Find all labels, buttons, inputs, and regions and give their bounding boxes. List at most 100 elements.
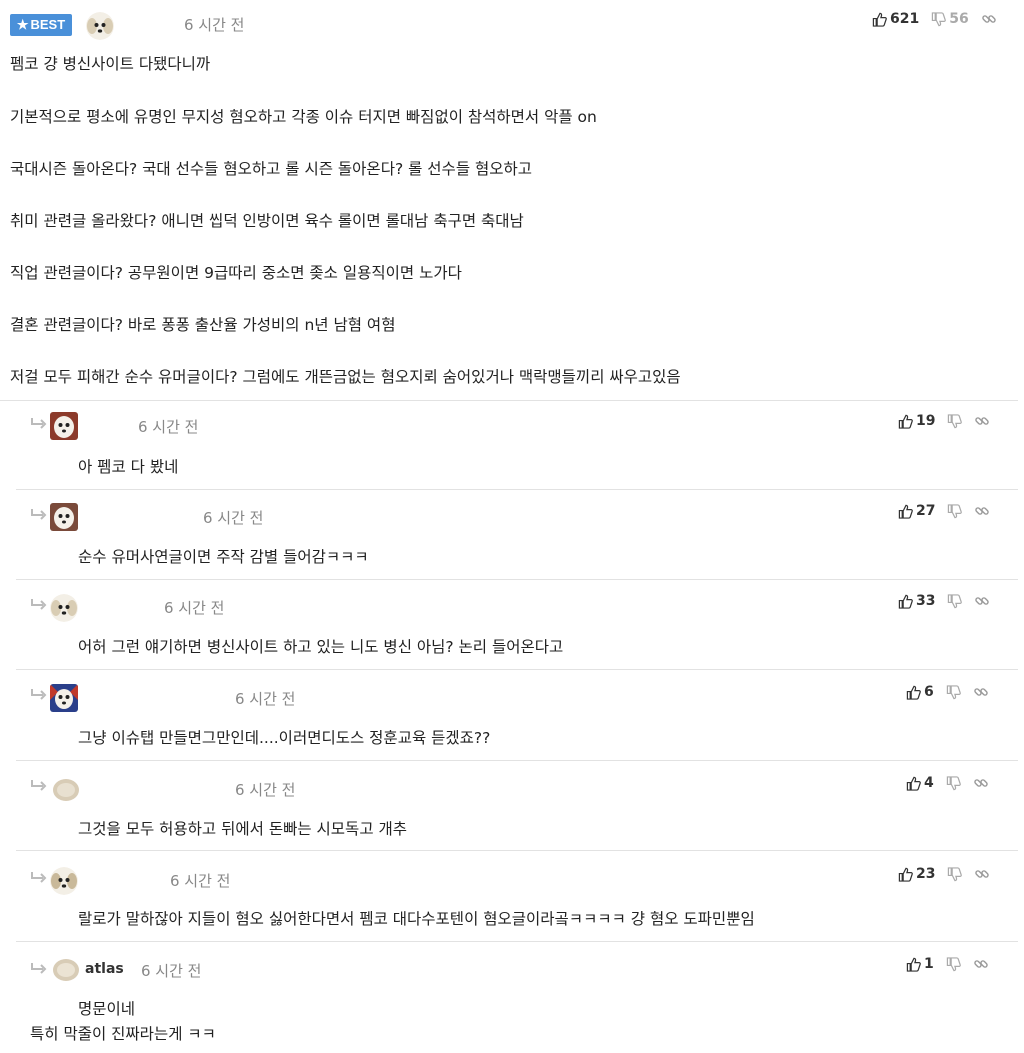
vote-bar: 27 <box>898 503 990 519</box>
upvote-button[interactable]: 33 <box>898 593 935 609</box>
link-icon[interactable] <box>981 11 997 27</box>
upvote-count: 27 <box>916 503 936 519</box>
thumbs-up-icon <box>906 957 921 972</box>
star-icon: ★ <box>16 17 29 32</box>
thumbs-down-icon <box>947 413 963 429</box>
reply-line: 어허 그런 얘기하면 병신사이트 하고 있는 니도 병신 아님? 논리 들어온다… <box>78 638 564 656</box>
thumbs-up-icon <box>872 12 887 27</box>
vote-bar: 6 <box>906 684 989 700</box>
thumbs-down-icon <box>946 956 961 972</box>
link-icon[interactable] <box>974 413 990 429</box>
reply-line: 그냥 이슈탭 만들면그만인데....이러면디도스 정훈교육 듣겠죠?? <box>78 729 491 747</box>
upvote-count: 33 <box>916 593 936 609</box>
avatar[interactable] <box>50 594 78 622</box>
reply-item: 6 시간 전 33 어허 그런 얘기하면 병신사이트 하고 있는 니도 병신 아… <box>16 579 1018 670</box>
vote-bar: 23 <box>898 866 990 882</box>
upvote-button[interactable]: 19 <box>898 413 935 429</box>
link-icon[interactable] <box>974 866 990 882</box>
thumbs-down-icon <box>946 684 961 700</box>
reply-line: 순수 유머사연글이면 주작 감별 들어감ㅋㅋㅋ <box>78 548 369 566</box>
reply-item: 6 시간 전 6 그냥 이슈탭 만들면그만인데....이러면디도스 정훈교육 듣… <box>16 669 1018 761</box>
thumbs-down-icon <box>931 11 947 27</box>
reply-arrow-icon <box>30 871 48 885</box>
post-line: 결혼 관련글이다? 바로 퐁퐁 출산율 가성비의 n년 남혐 여혐 <box>10 316 396 334</box>
comment-time: 6 시간 전 <box>164 599 225 617</box>
upvote-count: 1 <box>924 956 934 972</box>
reply-item: 6 시간 전 27 순수 유머사연글이면 주작 감별 들어감ㅋㅋㅋ <box>16 489 1018 580</box>
downvote-button[interactable] <box>947 593 963 609</box>
best-badge: ★ BEST <box>10 14 72 36</box>
upvote-button[interactable]: 27 <box>898 503 935 519</box>
upvote-button[interactable]: 23 <box>898 866 935 882</box>
thumbs-up-icon <box>898 867 913 882</box>
post-line: 국대시즌 돌아온다? 국대 선수들 혐오하고 롤 시즌 돌아온다? 롤 선수들 … <box>10 160 533 178</box>
downvote-button[interactable] <box>947 503 963 519</box>
avatar[interactable] <box>50 867 78 895</box>
thumbs-down-icon <box>947 866 963 882</box>
post-line: 취미 관련글 올라왔다? 애니면 씹덕 인방이면 육수 롤이면 롤대남 축구면 … <box>10 212 524 230</box>
upvote-button[interactable]: 1 <box>906 956 934 972</box>
upvote-button[interactable]: 4 <box>906 775 934 791</box>
reply-item: atlas 6 시간 전 1 명문이네 특히 막줄이 진짜라는게 ㅋㅋ <box>16 941 1018 1053</box>
post-line: 펨코 걍 병신사이트 다됐다니까 <box>10 55 211 73</box>
author-name[interactable]: atlas <box>85 961 124 977</box>
upvote-count: 19 <box>916 413 936 429</box>
reply-arrow-icon <box>30 779 48 793</box>
downvote-button[interactable] <box>947 413 963 429</box>
thumbs-up-icon <box>898 414 913 429</box>
thumbs-up-icon <box>906 685 921 700</box>
reply-line: 아 펨코 다 봤네 <box>78 458 179 476</box>
upvote-count: 4 <box>924 775 934 791</box>
thumbs-up-icon <box>898 504 913 519</box>
comment-time: 6 시간 전 <box>138 418 199 436</box>
upvote-button[interactable]: 621 <box>872 11 919 27</box>
vote-bar: 4 <box>906 775 989 791</box>
avatar[interactable] <box>52 958 80 982</box>
link-icon[interactable] <box>973 684 989 700</box>
post-line: 저걸 모두 피해간 순수 유머글이다? 그럼에도 개뜬금없는 혐오지뢰 숨어있거… <box>10 368 681 386</box>
avatar[interactable] <box>86 12 114 40</box>
link-icon[interactable] <box>973 775 989 791</box>
link-icon[interactable] <box>973 956 989 972</box>
reply-line: 랄로가 말하잖아 지들이 혐오 싫어한다면서 펨코 대다수포텐이 혐오글이라곸ㅋ… <box>78 910 755 928</box>
reply-item: 6 시간 전 23 랄로가 말하잖아 지들이 혐오 싫어한다면서 펨코 대다수포… <box>16 850 1018 942</box>
vote-bar: 33 <box>898 593 990 609</box>
thumbs-down-icon <box>946 775 961 791</box>
upvote-button[interactable]: 6 <box>906 684 934 700</box>
reply-arrow-icon <box>30 508 48 522</box>
downvote-button[interactable] <box>946 684 961 700</box>
downvote-button[interactable] <box>946 956 961 972</box>
downvote-button[interactable] <box>947 866 963 882</box>
vote-bar: 19 <box>898 413 990 429</box>
downvote-button[interactable]: 56 <box>931 11 969 27</box>
reply-arrow-icon <box>30 417 48 431</box>
vote-bar: 621 56 <box>872 11 997 27</box>
upvote-count: 6 <box>924 684 934 700</box>
reply-item: 6 시간 전 19 아 펨코 다 봤네 <box>16 400 1018 490</box>
reply-item: 6 시간 전 4 그것을 모두 허용하고 뒤에서 돈빠는 시모독고 개추 <box>16 760 1018 851</box>
reply-arrow-icon <box>30 688 48 702</box>
avatar[interactable] <box>50 412 78 440</box>
best-comment: ★ BEST 6 시간 전 621 56 펨코 걍 병신사이트 다됐다니까 기본… <box>0 0 1018 401</box>
comment-time: 6 시간 전 <box>203 509 264 527</box>
comment-time: 6 시간 전 <box>235 690 296 708</box>
reply-line: 그것을 모두 허용하고 뒤에서 돈빠는 시모독고 개추 <box>78 820 408 838</box>
reply-line: 명문이네 <box>78 1000 136 1018</box>
avatar[interactable] <box>50 503 78 531</box>
link-icon[interactable] <box>974 593 990 609</box>
upvote-count: 23 <box>916 866 936 882</box>
post-line: 기본적으로 평소에 유명인 무지성 혐오하고 각종 이슈 터지면 빠짐없이 참석… <box>10 108 597 126</box>
avatar[interactable] <box>52 778 80 802</box>
downvote-button[interactable] <box>946 775 961 791</box>
comment-time: 6 시간 전 <box>141 962 202 980</box>
comment-time: 6 시간 전 <box>184 16 245 34</box>
reply-arrow-icon <box>30 962 48 976</box>
link-icon[interactable] <box>974 503 990 519</box>
vote-bar: 1 <box>906 956 989 972</box>
post-line: 직업 관련글이다? 공무원이면 9급따리 중소면 좆소 일용직이면 노가다 <box>10 264 462 282</box>
avatar[interactable] <box>50 684 78 712</box>
comment-time: 6 시간 전 <box>170 872 231 890</box>
thumbs-up-icon <box>906 776 921 791</box>
thumbs-down-icon <box>947 503 963 519</box>
thumbs-down-icon <box>947 593 963 609</box>
